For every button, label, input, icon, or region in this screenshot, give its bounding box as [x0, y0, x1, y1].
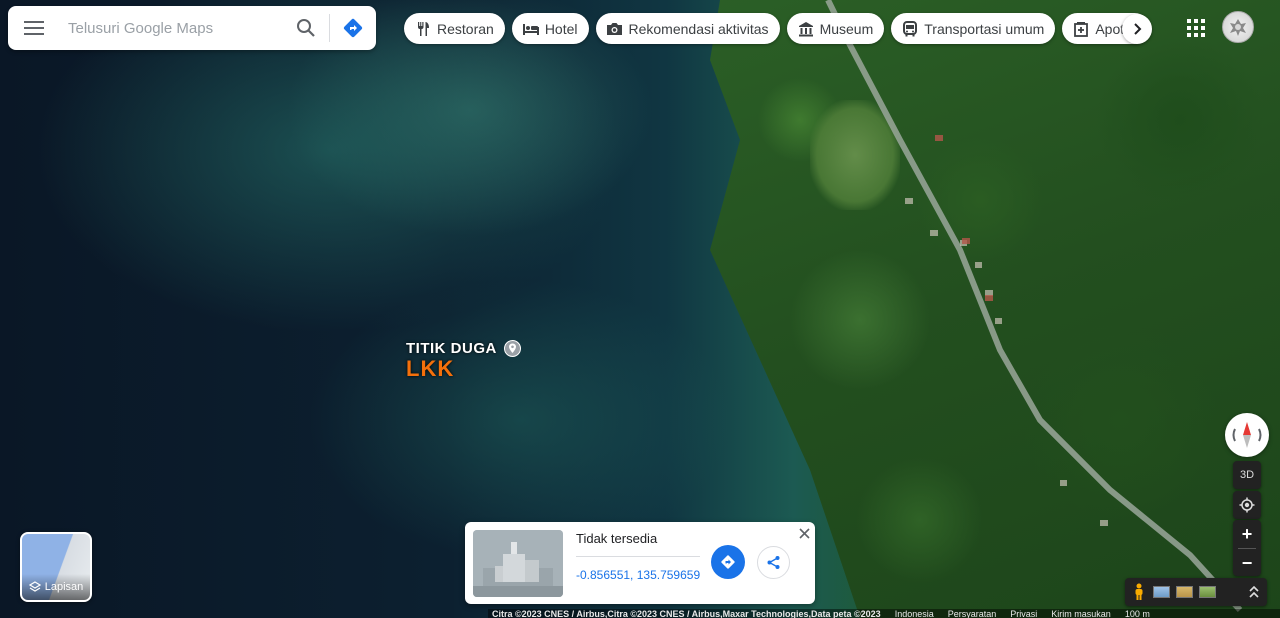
- pharmacy-icon: [1072, 20, 1090, 38]
- imagery-attribution: Citra ©2023 CNES / Airbus,Citra ©2023 CN…: [492, 609, 881, 618]
- emblem-icon: [1230, 19, 1246, 36]
- search-button[interactable]: [283, 6, 329, 50]
- layers-icon: [28, 581, 41, 592]
- chips-next-button[interactable]: [1122, 14, 1152, 44]
- category-chips: Restoran Hotel Rekomendasi aktivitas Mus…: [404, 13, 1150, 44]
- bed-icon: [522, 20, 540, 38]
- search-box: [8, 6, 376, 50]
- expand-button[interactable]: [1247, 585, 1261, 599]
- compass-icon: [1232, 422, 1262, 448]
- footer-link-terms[interactable]: Persyaratan: [948, 609, 997, 618]
- pegman-button[interactable]: [1131, 582, 1147, 602]
- card-directions-button[interactable]: [711, 545, 745, 579]
- museum-icon: [797, 20, 815, 38]
- layers-label-row: Lapisan: [22, 574, 90, 600]
- clearing-area: [810, 100, 900, 210]
- close-icon: [798, 527, 810, 539]
- place-label-line2: LKK: [406, 356, 455, 381]
- chip-label: Restoran: [437, 20, 494, 37]
- map-bottom-toolbar: [1125, 578, 1267, 606]
- card-divider: [576, 556, 700, 557]
- pegman-icon: [1135, 583, 1143, 600]
- apps-button[interactable]: [1182, 14, 1210, 42]
- chevron-right-icon: [1134, 23, 1142, 35]
- map-type-thumb-2[interactable]: [1176, 586, 1193, 598]
- card-title: Tidak tersedia: [576, 531, 658, 546]
- layers-label: Lapisan: [44, 581, 84, 593]
- scale-label[interactable]: 100 m: [1125, 609, 1150, 618]
- place-pin-icon: [504, 340, 521, 357]
- chevron-up-double-icon: [1249, 586, 1259, 598]
- account-avatar[interactable]: [1222, 11, 1254, 43]
- footer-link-privacy[interactable]: Privasi: [1010, 609, 1037, 618]
- fork-knife-icon: [414, 20, 432, 38]
- card-coordinates[interactable]: -0.856551, 135.759659: [576, 568, 700, 582]
- chip-transportasi-umum[interactable]: Transportasi umum: [891, 13, 1056, 44]
- zoom-out-button[interactable]: −: [1233, 549, 1261, 577]
- footer-link-feedback[interactable]: Kirim masukan: [1051, 609, 1111, 618]
- zoom-control: + −: [1233, 520, 1261, 576]
- chip-label: Hotel: [544, 20, 578, 37]
- compass-button[interactable]: [1225, 413, 1269, 457]
- map-footer: Citra ©2023 CNES / Airbus,Citra ©2023 CN…: [488, 609, 1280, 618]
- map-type-thumb-3[interactable]: [1199, 586, 1216, 598]
- search-input[interactable]: [60, 6, 283, 50]
- camera-icon: [606, 20, 624, 38]
- 3d-label: 3D: [1239, 469, 1255, 481]
- my-location-icon: [1239, 497, 1255, 513]
- chip-museum[interactable]: Museum: [786, 13, 885, 44]
- place-marker[interactable]: TITIK DUGA LKK: [406, 340, 521, 382]
- chip-hotel[interactable]: Hotel: [511, 13, 589, 44]
- chip-rekomendasi-aktivitas[interactable]: Rekomendasi aktivitas: [595, 13, 780, 44]
- directions-icon: [721, 555, 735, 569]
- search-icon: [297, 19, 315, 37]
- place-info-card: Tidak tersedia -0.856551, 135.759659: [465, 522, 815, 604]
- hamburger-menu-icon: [24, 21, 44, 35]
- card-share-button[interactable]: [757, 546, 790, 579]
- bus-icon: [901, 20, 919, 38]
- 3d-toggle-button[interactable]: 3D: [1233, 461, 1261, 489]
- share-icon: [767, 556, 780, 569]
- zoom-in-button[interactable]: +: [1233, 520, 1261, 548]
- directions-button[interactable]: [330, 6, 376, 50]
- my-location-button[interactable]: [1233, 491, 1261, 519]
- layers-button[interactable]: Lapisan: [20, 532, 92, 602]
- apps-grid-icon: [1187, 19, 1205, 37]
- chip-label: Transportasi umum: [924, 20, 1045, 37]
- street-view-thumbnail[interactable]: [473, 530, 563, 597]
- footer-link-region[interactable]: Indonesia: [895, 609, 934, 618]
- menu-button[interactable]: [8, 6, 60, 50]
- chip-restoran[interactable]: Restoran: [404, 13, 505, 44]
- card-close-button[interactable]: [796, 525, 812, 541]
- place-label-line1: TITIK DUGA: [406, 340, 497, 357]
- map-type-thumb-1[interactable]: [1153, 586, 1170, 598]
- street-view-image: [473, 530, 563, 597]
- chip-label: Museum: [819, 20, 874, 37]
- directions-icon: [343, 18, 363, 38]
- chip-label: Rekomendasi aktivitas: [628, 20, 769, 37]
